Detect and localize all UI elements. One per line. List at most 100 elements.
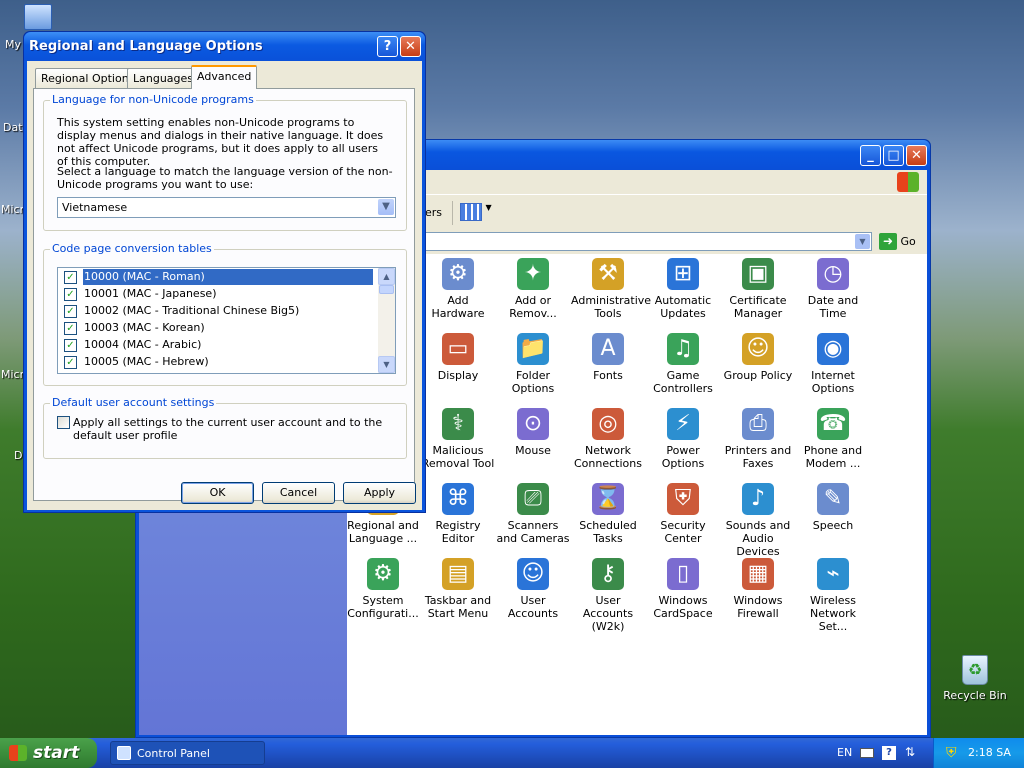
recycle-bin-label: Recycle Bin xyxy=(943,689,1007,702)
clock[interactable]: 2:18 SA xyxy=(968,746,1011,759)
control-panel-item[interactable]: ▦ Windows Firewall xyxy=(721,558,795,620)
security-alert-icon[interactable]: ⛨ xyxy=(946,745,957,761)
control-panel-item[interactable]: ⌛ Scheduled Tasks xyxy=(571,483,645,545)
apply-all-checkbox[interactable] xyxy=(57,416,70,429)
scroll-thumb[interactable] xyxy=(379,285,394,294)
control-panel-item[interactable]: ◷ Date and Time xyxy=(796,258,870,320)
control-panel-item[interactable]: ⌘ Registry Editor xyxy=(421,483,495,545)
control-panel-item[interactable]: ◎ Network Connections xyxy=(571,408,645,470)
control-panel-item-label: Wireless Network Set... xyxy=(809,594,857,633)
code-page-label: 10003 (MAC - Korean) xyxy=(84,321,205,334)
scroll-up-icon[interactable]: ▲ xyxy=(378,268,395,285)
control-panel-item[interactable]: ☺ User Accounts xyxy=(496,558,570,620)
control-panel-item[interactable]: ♫ Game Controllers xyxy=(646,333,720,395)
code-page-label: 10000 (MAC - Roman) xyxy=(83,269,373,285)
control-panel-item[interactable]: ⎙ Printers and Faxes xyxy=(721,408,795,470)
control-panel-item[interactable]: ⚙ Add Hardware xyxy=(421,258,495,320)
desktop-icon-data[interactable]: Dat xyxy=(3,121,23,134)
control-panel-item[interactable]: ⎚ Scanners and Cameras xyxy=(496,483,570,545)
power-options-icon: ⚡ xyxy=(667,408,699,440)
control-panel-item[interactable]: ☺ Group Policy xyxy=(721,333,795,382)
apply-all-label[interactable]: Apply all settings to the current user a… xyxy=(73,416,393,442)
control-panel-item[interactable]: ▤ Taskbar and Start Menu xyxy=(421,558,495,620)
control-panel-item[interactable]: ▯ Windows CardSpace xyxy=(646,558,720,620)
desktop-icon-my-computer[interactable]: My xyxy=(5,38,21,51)
address-dropdown-button[interactable]: ▼ xyxy=(855,234,870,249)
control-panel-item[interactable]: ✎ Speech xyxy=(796,483,870,532)
language-indicator[interactable]: EN xyxy=(837,746,852,759)
control-panel-item[interactable]: A Fonts xyxy=(571,333,645,382)
apply-button[interactable]: Apply xyxy=(343,482,416,504)
scanners-cameras-icon: ⎚ xyxy=(517,483,549,515)
control-panel-item[interactable]: ♪ Sounds and Audio Devices xyxy=(721,483,795,558)
code-page-checkbox[interactable]: ✓ xyxy=(64,287,77,301)
go-label: Go xyxy=(900,235,916,248)
code-page-row[interactable]: ✓ 10003 (MAC - Korean) xyxy=(64,320,205,336)
network-icon[interactable]: ⇅ xyxy=(905,745,915,759)
control-panel-item[interactable]: ✦ Add or Remov... xyxy=(496,258,570,320)
tab-languages[interactable]: Languages xyxy=(127,68,200,88)
control-panel-item[interactable]: ◉ Internet Options xyxy=(796,333,870,395)
security-center-icon: ⛨ xyxy=(667,483,699,515)
go-button[interactable]: ➜ Go xyxy=(879,233,924,251)
views-button[interactable]: ▼ xyxy=(460,203,494,223)
control-panel-item[interactable]: ⛨ Security Center xyxy=(646,483,720,545)
speech-icon: ✎ xyxy=(817,483,849,515)
code-page-checkbox[interactable]: ✓ xyxy=(64,355,77,369)
control-panel-item-label: Sounds and Audio Devices xyxy=(725,519,791,558)
close-button[interactable]: ✕ xyxy=(906,145,927,166)
control-panel-item[interactable]: ▭ Display xyxy=(421,333,495,382)
code-page-checkbox[interactable]: ✓ xyxy=(64,321,77,335)
code-page-checkbox[interactable]: ✓ xyxy=(64,304,77,318)
scroll-down-icon[interactable]: ▼ xyxy=(378,356,395,373)
help-button[interactable]: ? xyxy=(377,36,398,57)
dialog-title[interactable]: Regional and Language Options xyxy=(24,32,425,61)
code-page-checkbox[interactable]: ✓ xyxy=(64,338,77,352)
control-panel-item[interactable]: ⚕ Malicious Removal Tool xyxy=(421,408,495,470)
control-panel-item[interactable]: ☎ Phone and Modem ... xyxy=(796,408,870,470)
control-panel-item[interactable]: ⊞ Automatic Updates xyxy=(646,258,720,320)
code-page-group: Code page conversion tables ✓ 10000 (MAC … xyxy=(43,242,407,386)
language-select[interactable]: Vietnamese ▼ xyxy=(57,197,396,218)
start-button[interactable]: start xyxy=(0,738,97,768)
code-page-row[interactable]: ✓ 10004 (MAC - Arabic) xyxy=(64,337,201,353)
folders-button-label[interactable]: ers xyxy=(425,206,442,219)
minimize-button[interactable]: _ xyxy=(860,145,881,166)
taskbar-item-control-panel[interactable]: Control Panel xyxy=(110,741,265,765)
non-unicode-description: This system setting enables non-Unicode … xyxy=(57,116,384,168)
control-panel-item[interactable]: ⌁ Wireless Network Set... xyxy=(796,558,870,633)
control-panel-item[interactable]: ⚙ System Configurati... xyxy=(346,558,420,620)
chevron-down-icon[interactable]: ▼ xyxy=(378,199,394,215)
code-page-row[interactable]: ✓ 10005 (MAC - Hebrew) xyxy=(64,354,209,370)
non-unicode-group-label: Language for non-Unicode programs xyxy=(50,93,256,106)
date-time-icon: ◷ xyxy=(817,258,849,290)
maximize-button[interactable]: □ xyxy=(883,145,904,166)
tab-regional-options[interactable]: Regional Options xyxy=(35,68,141,88)
control-panel-item[interactable]: ▣ Certificate Manager xyxy=(721,258,795,320)
code-page-row[interactable]: ✓ 10000 (MAC - Roman) xyxy=(64,269,373,285)
list-scrollbar[interactable]: ▲ ▼ xyxy=(378,268,395,373)
keyboard-icon[interactable] xyxy=(860,748,874,758)
control-panel-item[interactable]: 📁 Folder Options xyxy=(496,333,570,395)
views-icon xyxy=(460,203,482,221)
control-panel-item[interactable]: ⊙ Mouse xyxy=(496,408,570,457)
cancel-button[interactable]: Cancel xyxy=(262,482,335,504)
control-panel-item-label: Certificate Manager xyxy=(729,294,787,320)
code-page-row[interactable]: ✓ 10002 (MAC - Traditional Chinese Big5) xyxy=(64,303,299,319)
ok-button[interactable]: OK xyxy=(181,482,254,504)
tab-advanced[interactable]: Advanced xyxy=(191,65,258,89)
recycle-bin-icon: ♻ xyxy=(962,655,988,685)
code-page-list[interactable]: ✓ 10000 (MAC - Roman) ✓ 10001 (MAC - Japane… xyxy=(57,267,396,374)
taskbar: start Control Panel EN ? ⇅ ⛨ 2:18 SA xyxy=(0,738,1024,768)
registry-editor-icon: ⌘ xyxy=(442,483,474,515)
help-icon[interactable]: ? xyxy=(882,746,896,760)
desktop-icon-d[interactable]: D xyxy=(14,449,22,462)
control-panel-item[interactable]: ⚡ Power Options xyxy=(646,408,720,470)
windows-flag-icon xyxy=(9,745,27,761)
desktop-icon-recycle-bin[interactable]: ♻ Recycle Bin xyxy=(940,655,1010,702)
dialog-close-button[interactable]: ✕ xyxy=(400,36,421,57)
code-page-row[interactable]: ✓ 10001 (MAC - Japanese) xyxy=(64,286,216,302)
control-panel-item[interactable]: ⚷ User Accounts (W2k) xyxy=(571,558,645,633)
code-page-checkbox[interactable]: ✓ xyxy=(64,270,77,284)
control-panel-item[interactable]: ⚒ Administrative Tools xyxy=(571,258,651,320)
